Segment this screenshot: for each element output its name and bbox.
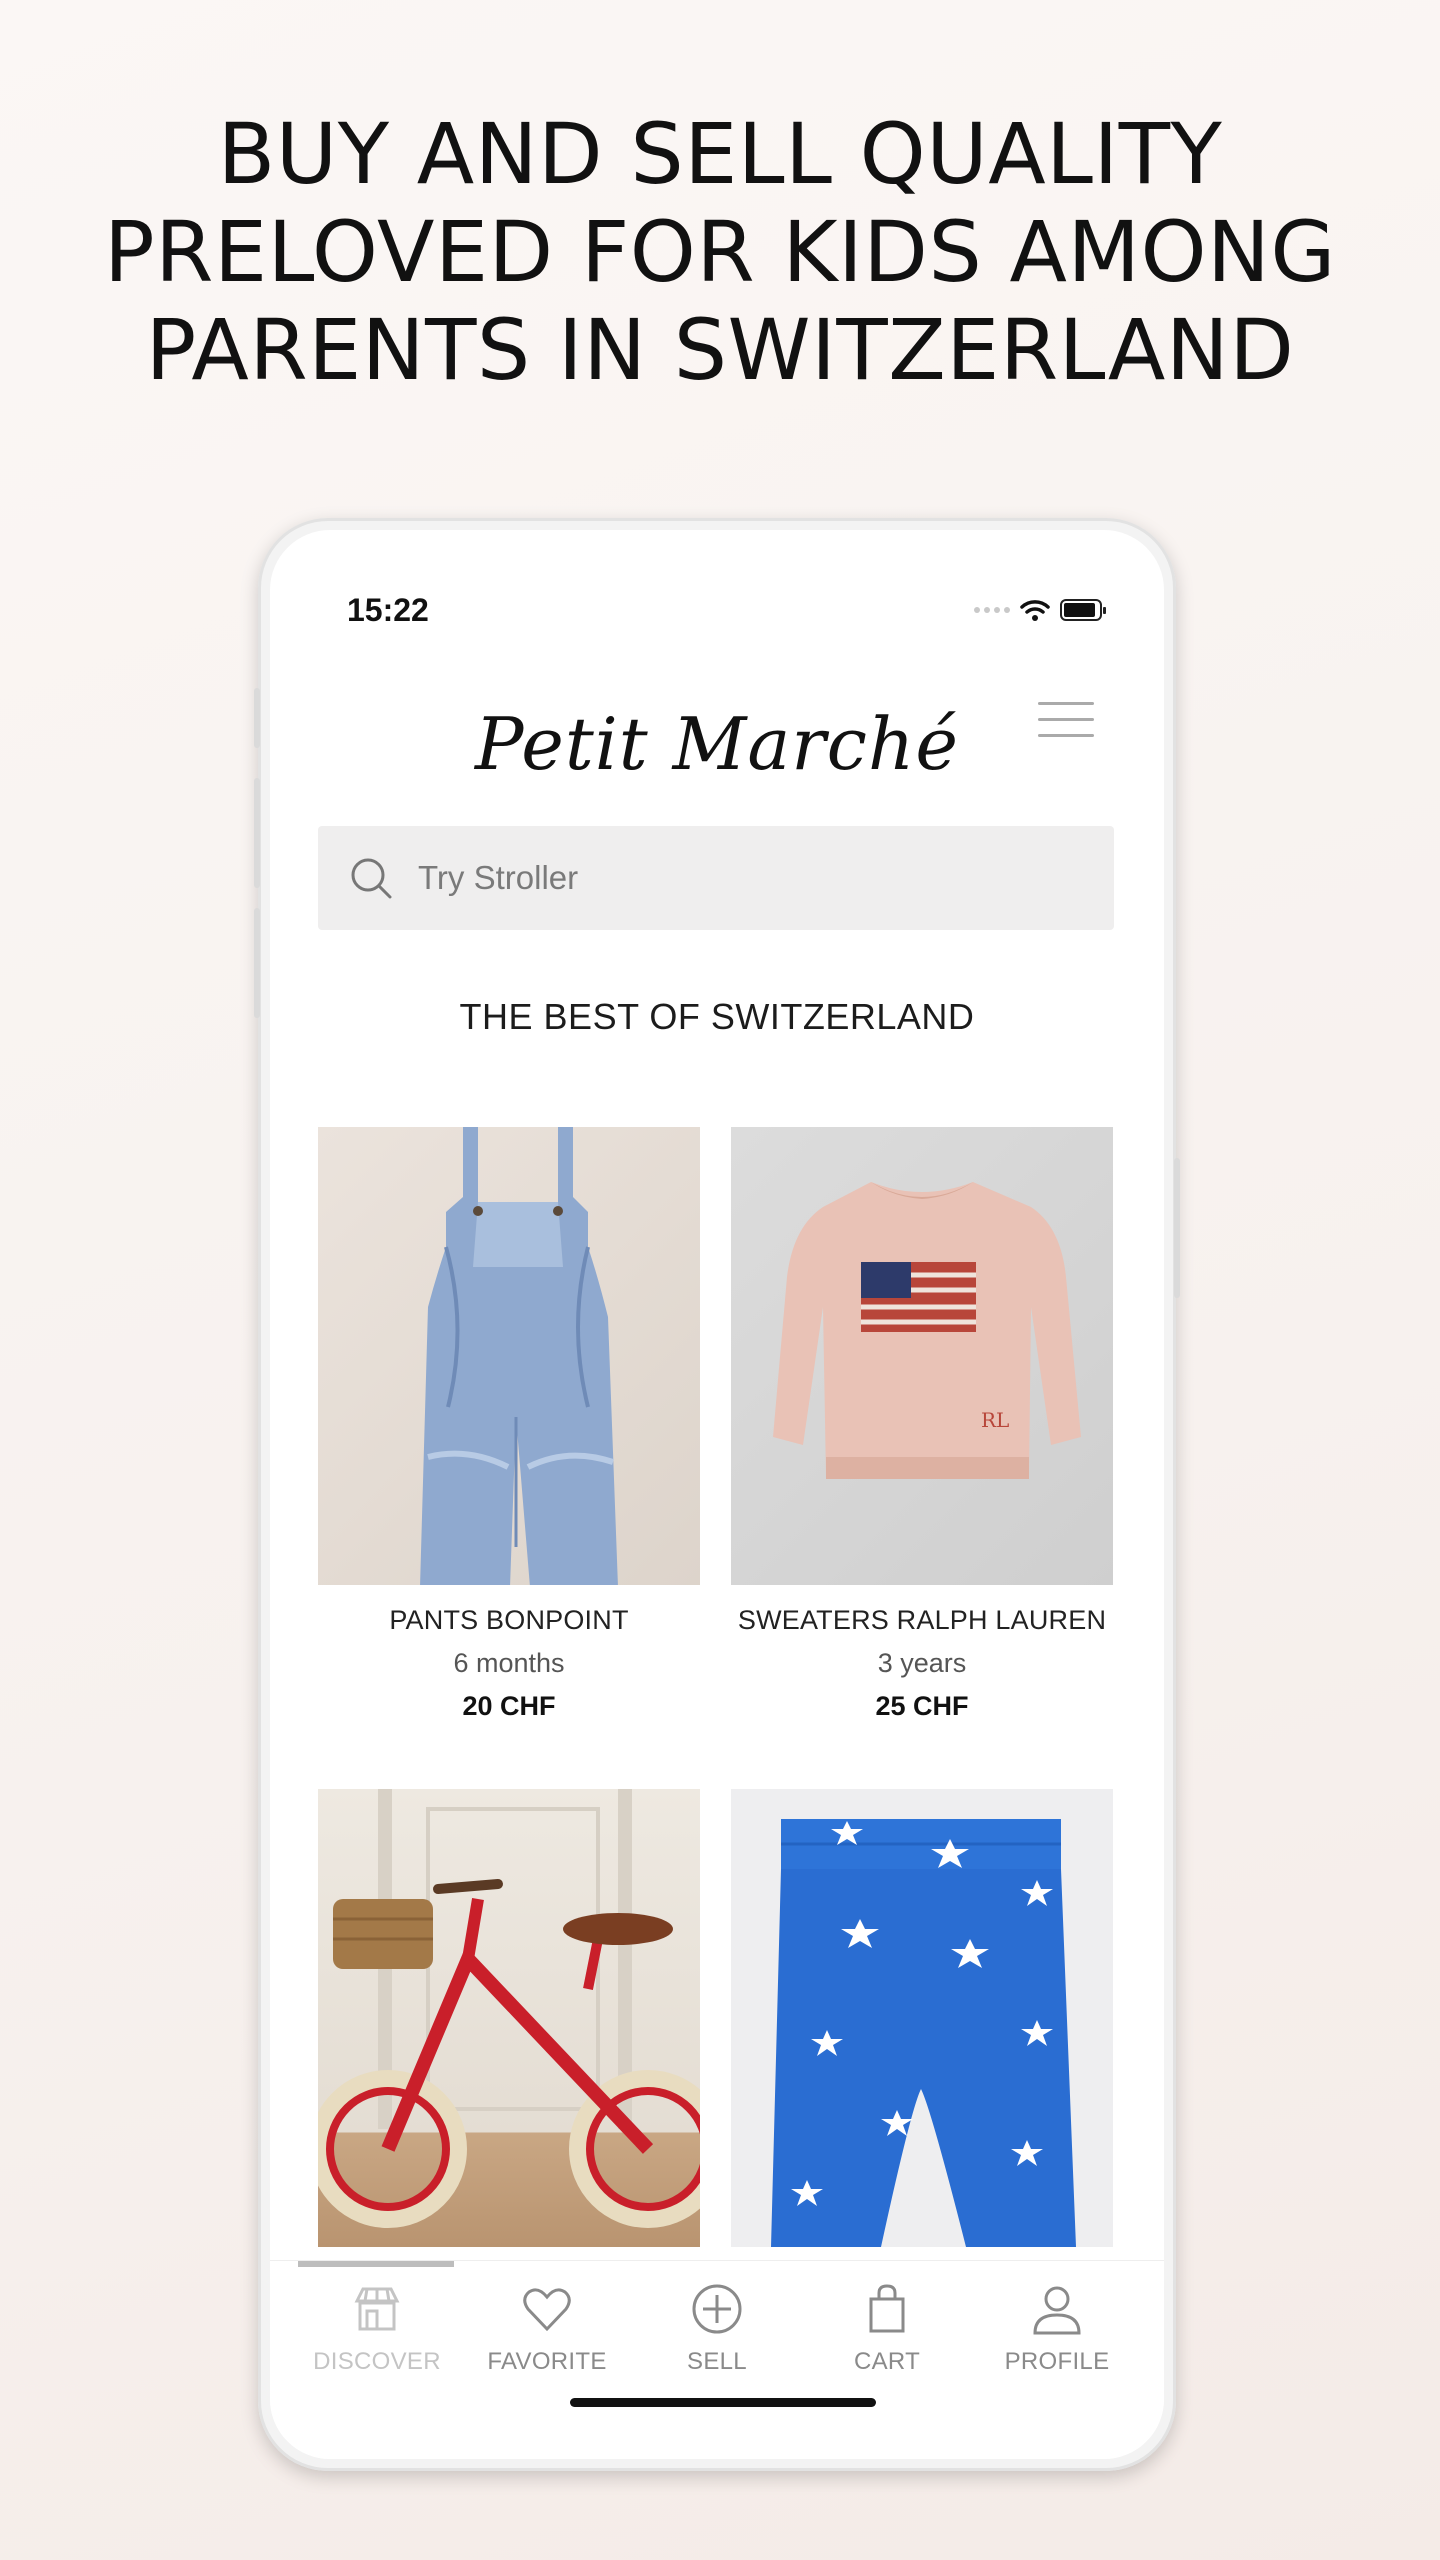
tab-sell[interactable]: SELL	[637, 2281, 797, 2376]
product-image-blue-pants	[731, 1789, 1113, 2247]
headline-line-2: PRELOVED FOR KIDS AMONG	[103, 203, 1336, 301]
product-image-overalls	[318, 1127, 700, 1585]
tab-favorite-label: FAVORITE	[487, 2348, 607, 2375]
app-logo: Petit Marché	[475, 702, 959, 786]
search-icon	[351, 858, 392, 899]
marketing-headline: BUY AND SELL QUALITY PRELOVED FOR KIDS A…	[0, 105, 1440, 399]
status-icons	[974, 598, 1106, 622]
tab-sell-label: SELL	[687, 2348, 747, 2375]
shop-icon	[354, 2287, 400, 2331]
product-image-balance-bike	[318, 1789, 700, 2247]
phone-mockup: 15:22 Petit Marché THE BEST OF SWITZERLA…	[254, 518, 1180, 2471]
product-name: SWEATERS RALPH LAUREN	[737, 1605, 1107, 1635]
product-size: 3 years	[877, 1648, 967, 1678]
volume-down-button	[254, 908, 260, 1018]
wifi-icon	[1020, 600, 1050, 621]
tab-cart[interactable]: CART	[807, 2281, 967, 2376]
product-card[interactable]	[731, 1789, 1113, 2267]
search-bar[interactable]	[318, 826, 1114, 930]
tab-discover-label: DISCOVER	[313, 2348, 441, 2375]
svg-text:RL: RL	[981, 1408, 1009, 1432]
tab-discover[interactable]: DISCOVER	[297, 2281, 457, 2376]
user-icon	[1033, 2286, 1081, 2335]
status-time: 15:22	[347, 592, 429, 628]
heart-icon	[523, 2288, 571, 2332]
headline-line-1: BUY AND SELL QUALITY	[217, 105, 1223, 203]
battery-icon	[1060, 599, 1106, 621]
product-card[interactable]: PANTS BONPOINT 6 months 20 CHF	[318, 1127, 700, 1722]
search-input[interactable]	[416, 858, 1070, 898]
section-title: THE BEST OF SWITZERLAND	[459, 996, 975, 1037]
plus-circle-icon	[692, 2284, 742, 2334]
product-card[interactable]	[318, 1789, 700, 2267]
home-indicator	[570, 2398, 876, 2407]
tab-profile-label: PROFILE	[1004, 2348, 1110, 2375]
tab-cart-label: CART	[853, 2348, 921, 2375]
scroll-indicator	[298, 2261, 454, 2267]
product-name: PANTS BONPOINT	[389, 1605, 629, 1635]
power-button	[1174, 1158, 1180, 1298]
bag-icon	[869, 2284, 905, 2333]
product-price: 25 CHF	[875, 1691, 969, 1721]
tab-favorite[interactable]: FAVORITE	[467, 2281, 627, 2376]
product-price: 20 CHF	[462, 1691, 556, 1721]
bottom-tab-bar: DISCOVER FAVORITE SELL CART PROFILE	[270, 2260, 1164, 2459]
phone-screen: 15:22 Petit Marché THE BEST OF SWITZERLA…	[270, 530, 1164, 2459]
product-size: 6 months	[453, 1648, 565, 1678]
signal-icon	[974, 607, 1010, 613]
headline-line-3: PARENTS IN SWITZERLAND	[145, 301, 1295, 399]
tab-profile[interactable]: PROFILE	[977, 2281, 1137, 2376]
product-card[interactable]: RL SWEATERS RALPH LAUREN 3 years 25 CHF	[731, 1127, 1113, 1722]
mute-switch	[254, 688, 260, 748]
product-image-sweater: RL	[731, 1127, 1113, 1585]
hamburger-menu-icon[interactable]	[1038, 702, 1094, 742]
volume-up-button	[254, 778, 260, 888]
